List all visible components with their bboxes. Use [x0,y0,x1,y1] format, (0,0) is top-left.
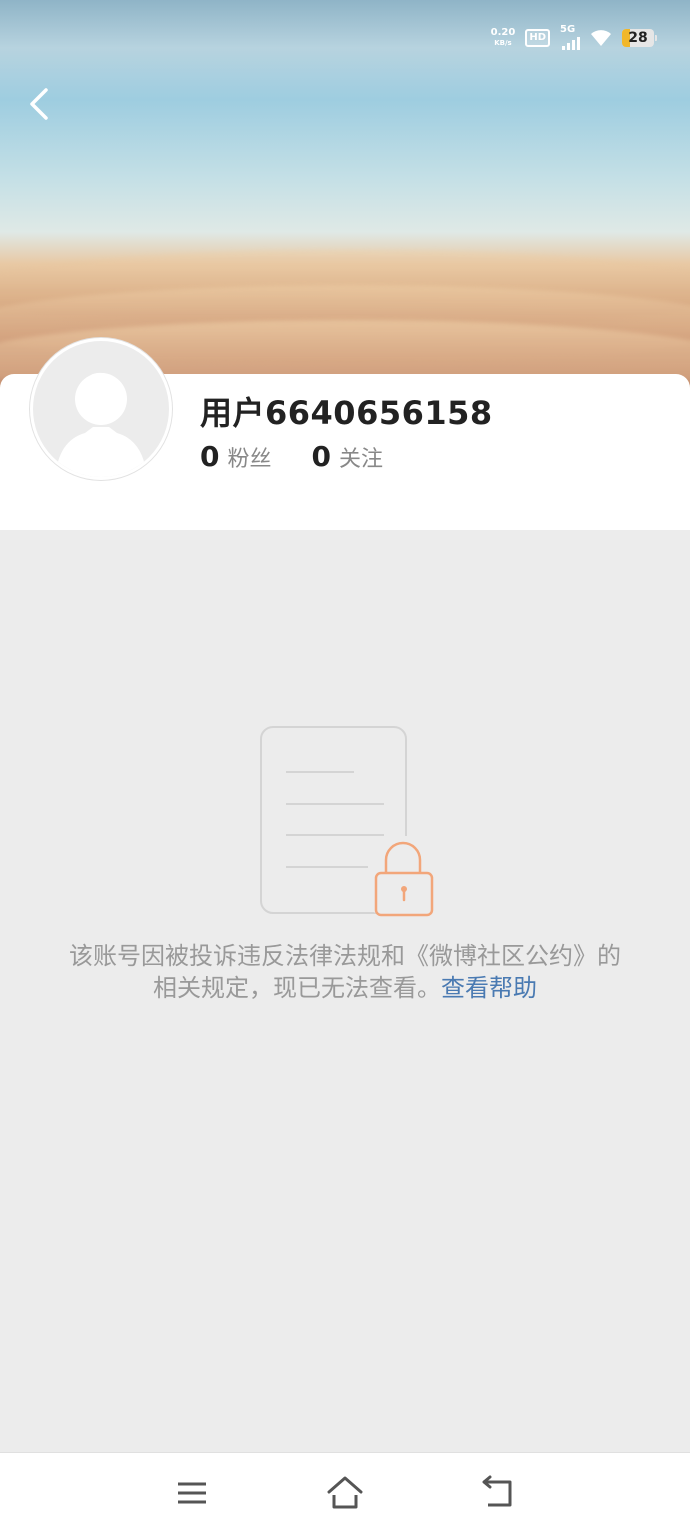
system-navigation-bar [0,1452,690,1533]
blocked-account-notice: 该账号因被投诉违反法律法规和《微博社区公约》的相关规定，现已无法查看。查看帮助 [60,940,630,1004]
username: 用户6640656158 [200,394,493,432]
network-speed-unit: KB/s [494,39,512,47]
followers-stat[interactable]: 0 粉丝 [200,440,272,473]
back-button[interactable] [22,84,62,124]
following-count: 0 [311,440,331,473]
following-stat[interactable]: 0 关注 [312,440,384,473]
battery-icon: 28 [622,29,657,47]
hd-badge: HD [525,29,550,47]
profile-stats: 0 粉丝 0 关注 [200,440,383,473]
back-icon[interactable] [478,1473,518,1513]
network-type-label: 5G [560,24,576,35]
notice-message: 该账号因被投诉违反法律法规和《微博社区公约》的相关规定，现已无法查看。 [69,942,621,1002]
home-icon[interactable] [325,1473,365,1513]
followers-count: 0 [200,440,220,473]
network-speed: 0.20 KB/s [491,28,516,48]
battery-level: 28 [628,30,648,46]
status-bar: 0.20 KB/s HD 5G 28 [491,22,657,54]
followers-label: 粉丝 [227,447,272,472]
avatar[interactable] [30,338,172,480]
signal-icon: 5G [560,24,580,50]
default-avatar-icon [55,372,147,477]
help-link[interactable]: 查看帮助 [441,974,537,1002]
wifi-icon [591,30,611,46]
locked-document-icon [260,726,434,917]
network-speed-value: 0.20 [490,27,516,38]
menu-icon[interactable] [172,1473,212,1513]
following-label: 关注 [338,447,383,472]
